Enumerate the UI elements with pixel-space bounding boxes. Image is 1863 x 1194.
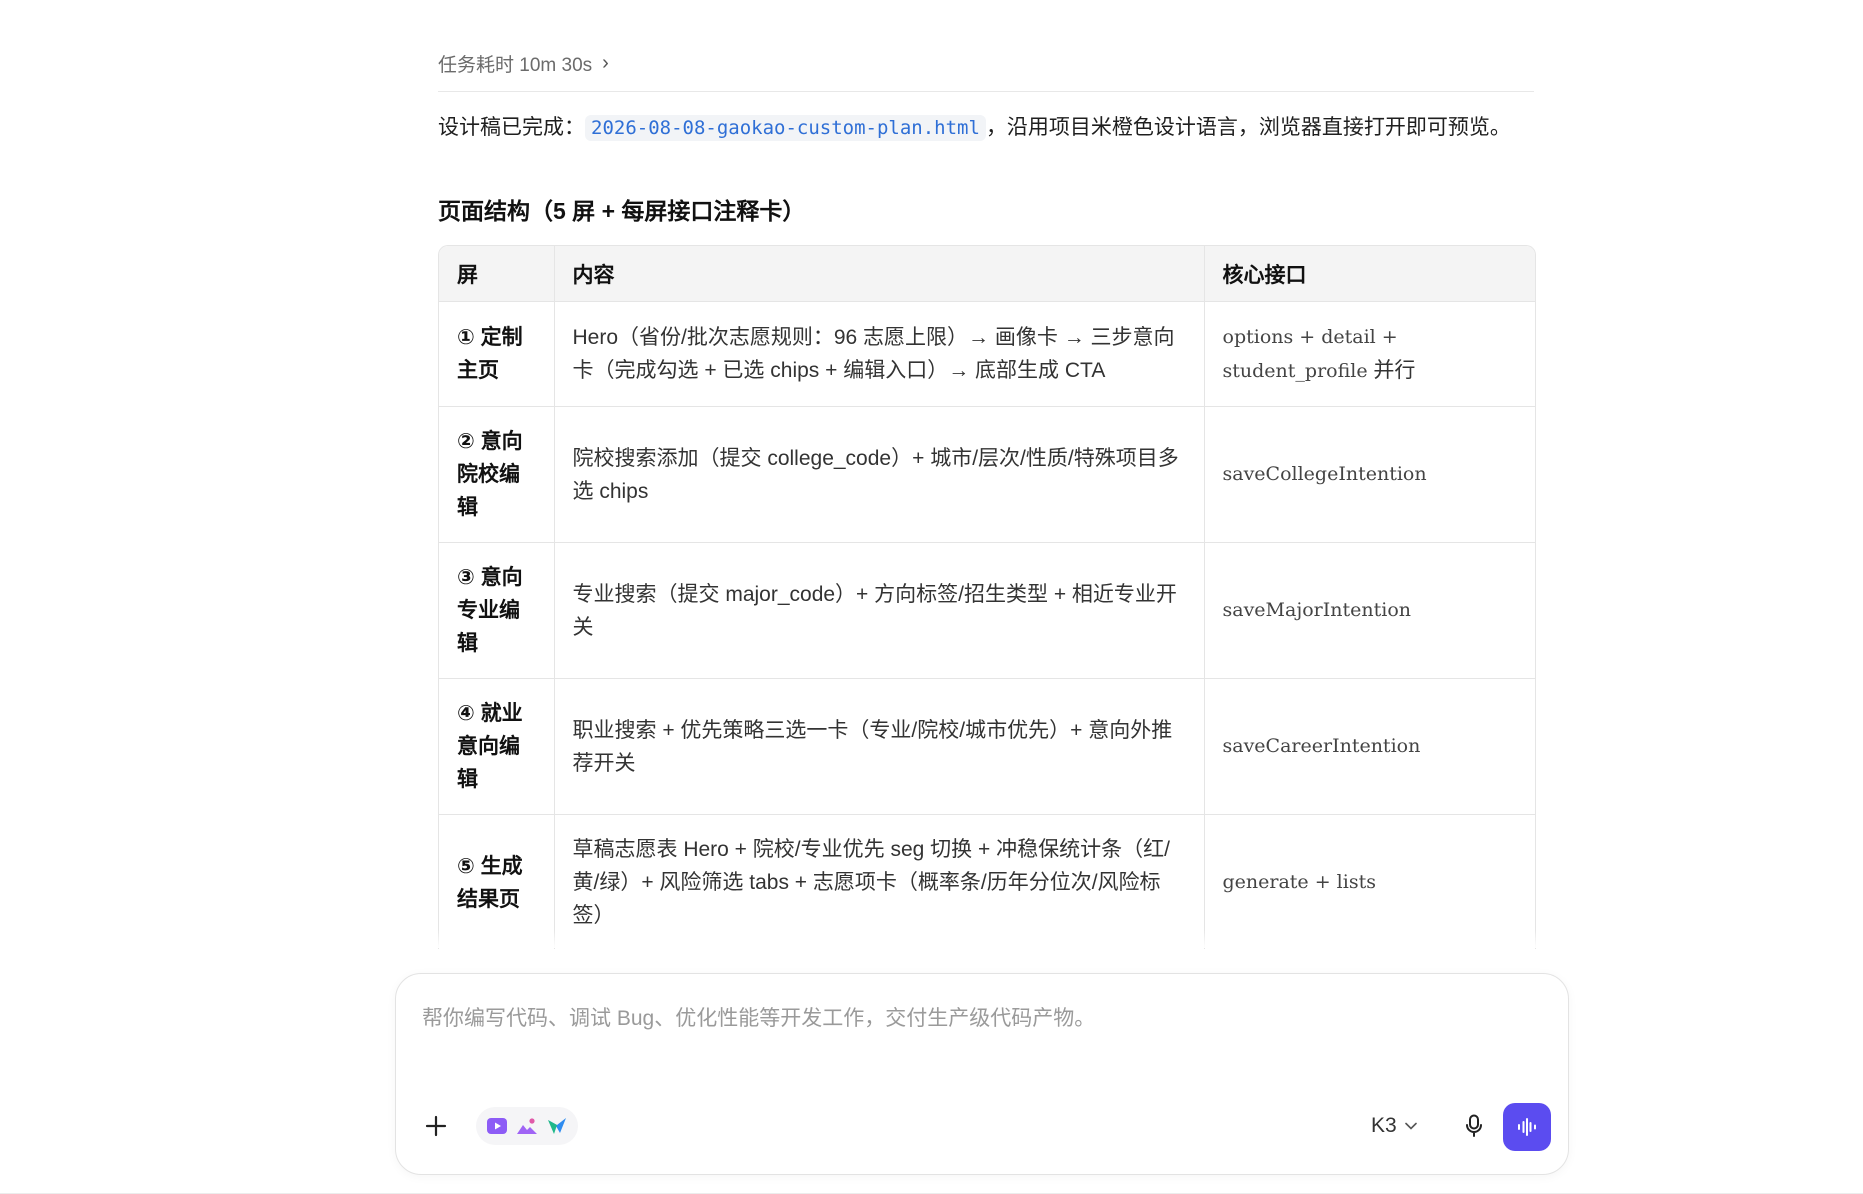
chat-composer: K3	[395, 973, 1569, 1175]
row-content: 专业搜索（提交 major_code）+ 方向标签/招生类型 + 相近专业开关	[554, 542, 1205, 679]
table-row: ① 定制主页 Hero（省份/批次志愿规则：96 志愿上限）→ 画像卡 → 三步…	[439, 301, 1535, 407]
api-part: options + detail +	[1222, 325, 1398, 348]
chevron-down-icon	[1404, 1122, 1417, 1130]
model-selector[interactable]: K3	[1371, 1110, 1417, 1142]
summary-suffix: ，沿用项目米橙色设计语言，浏览器直接打开即可预览。	[985, 116, 1511, 139]
app-logo-icon	[548, 1118, 566, 1134]
row-api: saveCareerIntention	[1204, 678, 1535, 815]
app-tool-button[interactable]	[544, 1113, 570, 1139]
section-title: 页面结构（5 屏 + 每屏接口注释卡）	[438, 198, 806, 224]
image-icon	[517, 1118, 537, 1134]
table-row: ② 意向院校编辑 院校搜索添加（提交 college_code）+ 城市/层次/…	[439, 406, 1535, 543]
voice-input-button[interactable]	[1456, 1108, 1492, 1144]
api-part: student_profile	[1222, 359, 1368, 382]
row-screen: ④ 就业意向编辑	[439, 678, 555, 815]
scroll-fade	[0, 930, 1863, 948]
model-label: K3	[1371, 1114, 1397, 1137]
row-screen: ⑤ 生成结果页	[439, 814, 555, 949]
prompt-input[interactable]	[420, 1000, 1534, 1074]
row-screen: ③ 意向专业编辑	[439, 542, 555, 679]
table-row: ③ 意向专业编辑 专业搜索（提交 major_code）+ 方向标签/招生类型 …	[439, 542, 1535, 679]
row-api: options + detail + student_profile 并行	[1204, 301, 1535, 407]
api-part: 并行	[1367, 358, 1416, 382]
file-link[interactable]: 2026-08-08-gaokao-custom-plan.html	[585, 115, 986, 141]
divider	[438, 91, 1534, 92]
row-api: generate + lists	[1204, 814, 1535, 949]
table-row: ⑤ 生成结果页 草稿志愿表 Hero + 院校/专业优先 seg 切换 + 冲稳…	[439, 814, 1535, 949]
row-api: saveMajorIntention	[1204, 542, 1535, 679]
add-attachment-button[interactable]	[418, 1108, 454, 1144]
table-header-row: 屏 内容 核心接口	[439, 246, 1535, 302]
row-content: 草稿志愿表 Hero + 院校/专业优先 seg 切换 + 冲稳保统计条（红/黄…	[554, 814, 1205, 949]
structure-table: 屏 内容 核心接口 ① 定制主页 Hero（省份/批次志愿规则：96 志愿上限）…	[438, 245, 1536, 949]
row-screen: ① 定制主页	[439, 301, 555, 407]
task-duration-toggle[interactable]: 任务耗时 10m 30s ›	[438, 50, 609, 77]
table-row: ④ 就业意向编辑 职业搜索 + 优先策略三选一卡（专业/院校/城市优先）+ 意向…	[439, 678, 1535, 815]
header-screen: 屏	[439, 246, 555, 302]
video-tool-button[interactable]	[484, 1113, 510, 1139]
summary-text: 设计稿已完成： 2026-08-08-gaokao-custom-plan.htm…	[438, 112, 1534, 144]
task-duration-label: 任务耗时 10m 30s	[438, 55, 593, 76]
microphone-icon	[1466, 1114, 1482, 1137]
row-content: Hero（省份/批次志愿规则：96 志愿上限）→ 画像卡 → 三步意向卡（完成勾…	[554, 301, 1205, 407]
header-content: 内容	[554, 246, 1205, 302]
row-content: 职业搜索 + 优先策略三选一卡（专业/院校/城市优先）+ 意向外推荐开关	[554, 678, 1205, 815]
image-tool-button[interactable]	[514, 1113, 540, 1139]
row-content: 院校搜索添加（提交 college_code）+ 城市/层次/性质/特殊项目多选…	[554, 406, 1205, 543]
chevron-right-icon: ›	[602, 52, 609, 74]
plus-icon	[425, 1115, 447, 1137]
row-api: saveCollegeIntention	[1204, 406, 1535, 543]
voice-mode-button[interactable]	[1503, 1103, 1551, 1151]
row-screen: ② 意向院校编辑	[439, 406, 555, 543]
tool-shortcuts	[476, 1107, 578, 1145]
video-icon	[487, 1118, 507, 1134]
header-api: 核心接口	[1204, 246, 1535, 302]
summary-prefix: 设计稿已完成：	[438, 116, 585, 139]
waveform-icon	[1518, 1118, 1536, 1136]
